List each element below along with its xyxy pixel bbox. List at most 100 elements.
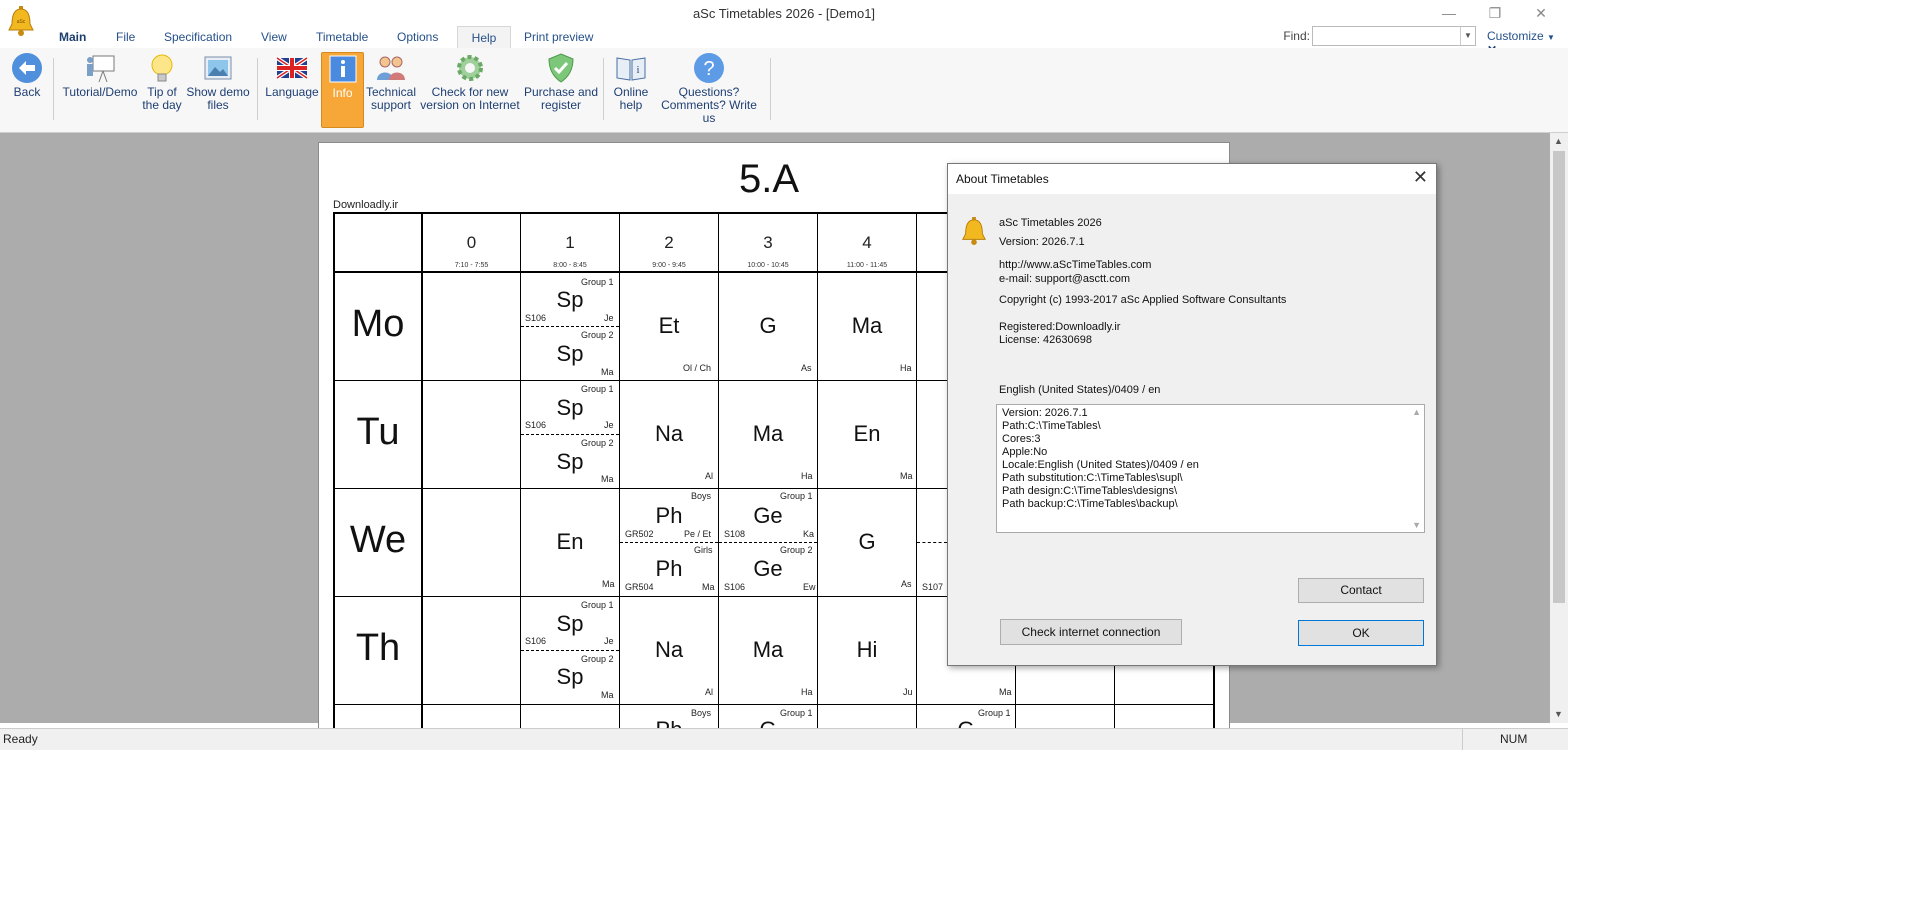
lesson-subject[interactable]: Ph — [620, 503, 718, 529]
question-icon: ? — [694, 53, 724, 83]
check-version-label-2: version on Internet — [420, 98, 520, 112]
status-divider — [1462, 729, 1463, 750]
menu-print-preview[interactable]: Print preview — [516, 26, 601, 48]
group-label: Group 2 — [780, 545, 813, 555]
language-button[interactable]: Language — [263, 52, 321, 126]
teacher-label: Ju — [903, 687, 913, 697]
menu-view[interactable]: View — [253, 26, 295, 48]
website-link[interactable]: http://www.aScTimeTables.com — [999, 259, 1151, 271]
lesson-subject[interactable]: Hi — [818, 637, 916, 663]
people-icon — [377, 56, 405, 80]
maximize-button[interactable]: ❐ — [1472, 2, 1518, 24]
tutorial-demo-button[interactable]: Tutorial/Demo — [60, 52, 140, 126]
purchase-label-2: register — [540, 98, 581, 112]
ribbon-separator — [53, 58, 54, 120]
teacher-label: Ma — [900, 471, 913, 481]
info-button[interactable]: Info — [321, 52, 364, 128]
grid-line — [333, 704, 1215, 705]
grid-line — [916, 212, 917, 733]
scrollbar-thumb[interactable] — [1553, 151, 1565, 603]
menu-options[interactable]: Options — [389, 26, 446, 48]
check-new-version-button[interactable]: Check for new version on Internet — [418, 52, 522, 126]
minimize-button[interactable]: — — [1426, 2, 1472, 24]
vertical-scrollbar[interactable]: ▲ ▼ — [1550, 133, 1568, 723]
teacher-label: Ma — [602, 579, 615, 589]
show-demo-files-button[interactable]: Show demo files — [185, 52, 251, 126]
info-icon — [329, 55, 356, 83]
email-link[interactable]: e-mail: support@asctt.com — [999, 273, 1130, 285]
lesson-subject[interactable]: Ph — [620, 556, 718, 582]
find-dropdown-icon[interactable]: ▼ — [1460, 27, 1475, 45]
teacher-label: As — [901, 579, 912, 589]
back-button[interactable]: Back — [5, 52, 49, 126]
license-text: License: 42630698 — [999, 334, 1092, 346]
menu-specification[interactable]: Specification — [156, 26, 240, 48]
contact-button[interactable]: Contact — [1298, 578, 1424, 603]
technical-support-button[interactable]: Technical support — [364, 52, 418, 126]
tip-label-2: the day — [142, 98, 182, 112]
menu-file[interactable]: File — [108, 26, 143, 48]
close-icon[interactable]: ✕ — [1413, 167, 1428, 188]
lesson-subject[interactable]: Sp — [521, 664, 619, 690]
svg-text:?: ? — [703, 58, 714, 80]
group-label: Group 2 — [581, 654, 614, 664]
flag-icon — [276, 56, 308, 80]
info-line: Path:C:\TimeTables\ — [1002, 420, 1101, 432]
questions-write-us-button[interactable]: ? Questions? Comments? Write us — [654, 52, 764, 126]
lesson-subject[interactable]: Ma — [818, 313, 916, 339]
ok-button[interactable]: OK — [1298, 620, 1424, 646]
teacher-label: Ol / Ch — [683, 363, 712, 373]
lesson-subject[interactable]: Sp — [521, 611, 619, 637]
lesson-subject[interactable]: Sp — [521, 287, 619, 313]
system-info-textbox[interactable]: Version: 2026.7.1 Path:C:\TimeTables\ Co… — [996, 404, 1425, 533]
menu-timetable[interactable]: Timetable — [308, 26, 376, 48]
room-label: GR502 — [625, 529, 654, 539]
group-divider — [917, 542, 947, 543]
lesson-subject[interactable]: Sp — [521, 341, 619, 367]
scroll-up-icon[interactable]: ▲ — [1412, 407, 1421, 417]
room-label: S106 — [525, 636, 547, 646]
scroll-down-icon[interactable]: ▼ — [1412, 520, 1421, 530]
day-label: Th — [355, 627, 401, 669]
ribbon-separator — [770, 58, 771, 120]
customize-label[interactable]: Customize — [1487, 29, 1544, 43]
info-line: Locale:English (United States)/0409 / en — [1002, 459, 1199, 471]
lesson-subject[interactable]: Na — [620, 637, 718, 663]
online-help-button[interactable]: i Online help — [609, 52, 653, 126]
scroll-down-icon[interactable]: ▼ — [1554, 709, 1563, 719]
teacher-label: Ew — [803, 582, 816, 592]
room-label: S106 — [525, 420, 547, 430]
lesson-subject[interactable]: Sp — [521, 449, 619, 475]
lesson-subject[interactable]: Ma — [719, 637, 817, 663]
group-label: Group 2 — [581, 438, 614, 448]
find-input[interactable]: ▼ — [1312, 26, 1476, 46]
info-label: Info — [332, 86, 353, 100]
menu-help[interactable]: Help — [457, 26, 511, 49]
about-dialog: About Timetables ✕ aSc Timetables 2026 V… — [947, 163, 1437, 666]
group-label: Group 1 — [581, 277, 614, 287]
lesson-subject[interactable]: Ma — [719, 421, 817, 447]
scroll-up-icon[interactable]: ▲ — [1554, 136, 1563, 146]
lesson-subject[interactable]: Na — [620, 421, 718, 447]
group-label: Group 2 — [581, 330, 614, 340]
menu-main[interactable]: Main — [51, 26, 94, 48]
teacher-label: Ka — [803, 529, 815, 539]
close-window-button[interactable]: ✕ — [1518, 2, 1564, 24]
room-label: S106 — [525, 313, 547, 323]
lesson-subject[interactable]: G — [818, 529, 916, 555]
lesson-subject[interactable]: En — [818, 421, 916, 447]
lesson-subject[interactable]: G — [719, 313, 817, 339]
teacher-label: Ha — [900, 363, 912, 373]
check-internet-connection-button[interactable]: Check internet connection — [1000, 619, 1182, 645]
tip-of-day-button[interactable]: Tip of the day — [142, 52, 182, 126]
lesson-subject[interactable]: Ge — [719, 503, 817, 529]
period-time: 11:00 - 11:45 — [846, 262, 888, 269]
purchase-register-button[interactable]: Purchase and register — [523, 52, 599, 126]
lesson-subject[interactable]: Ge — [719, 556, 817, 582]
lesson-subject[interactable]: Sp — [521, 395, 619, 421]
find-label: Find: — [1283, 29, 1310, 43]
lesson-subject[interactable]: En — [521, 529, 619, 555]
room-label: S107 — [922, 582, 944, 592]
lesson-subject[interactable]: Et — [620, 313, 718, 339]
info-line: Path design:C:\TimeTables\designs\ — [1002, 485, 1178, 497]
